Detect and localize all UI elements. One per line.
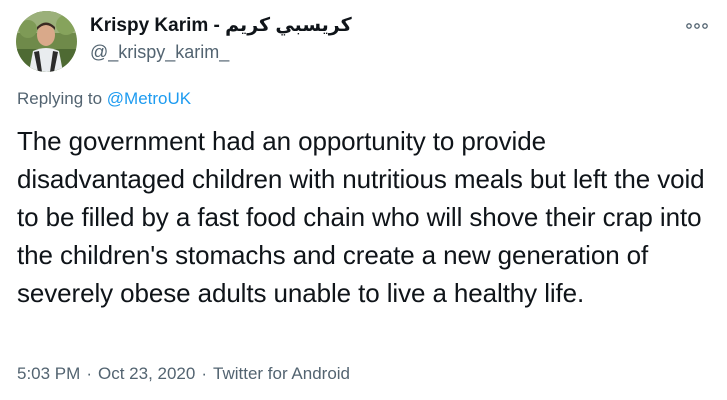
mention-link[interactable]: @MetroUK <box>107 89 191 108</box>
replying-to: Replying to @MetroUK <box>17 87 191 111</box>
replying-to-label: Replying to <box>17 89 107 108</box>
meta-separator: · <box>201 364 207 383</box>
user-handle[interactable]: @_krispy_karim_ <box>90 40 352 64</box>
tweet-card: Krispy Karim - كريسبي كريم @_krispy_kari… <box>0 0 727 400</box>
tweet-source[interactable]: Twitter for Android <box>213 364 350 383</box>
meta-separator: · <box>86 364 92 383</box>
author-block: Krispy Karim - كريسبي كريم @_krispy_kari… <box>90 14 352 64</box>
more-options-button[interactable] <box>683 16 711 36</box>
more-horizontal-icon <box>686 23 708 29</box>
tweet-time[interactable]: 5:03 PM <box>17 364 80 383</box>
tweet-meta: 5:03 PM · Oct 23, 2020 · Twitter for Android <box>17 362 350 386</box>
avatar[interactable] <box>16 11 77 72</box>
profile-photo-icon <box>16 11 77 72</box>
display-name[interactable]: Krispy Karim - كريسبي كريم <box>90 14 352 38</box>
tweet-text: The government had an opportunity to pro… <box>17 126 705 308</box>
tweet-date[interactable]: Oct 23, 2020 <box>98 364 195 383</box>
